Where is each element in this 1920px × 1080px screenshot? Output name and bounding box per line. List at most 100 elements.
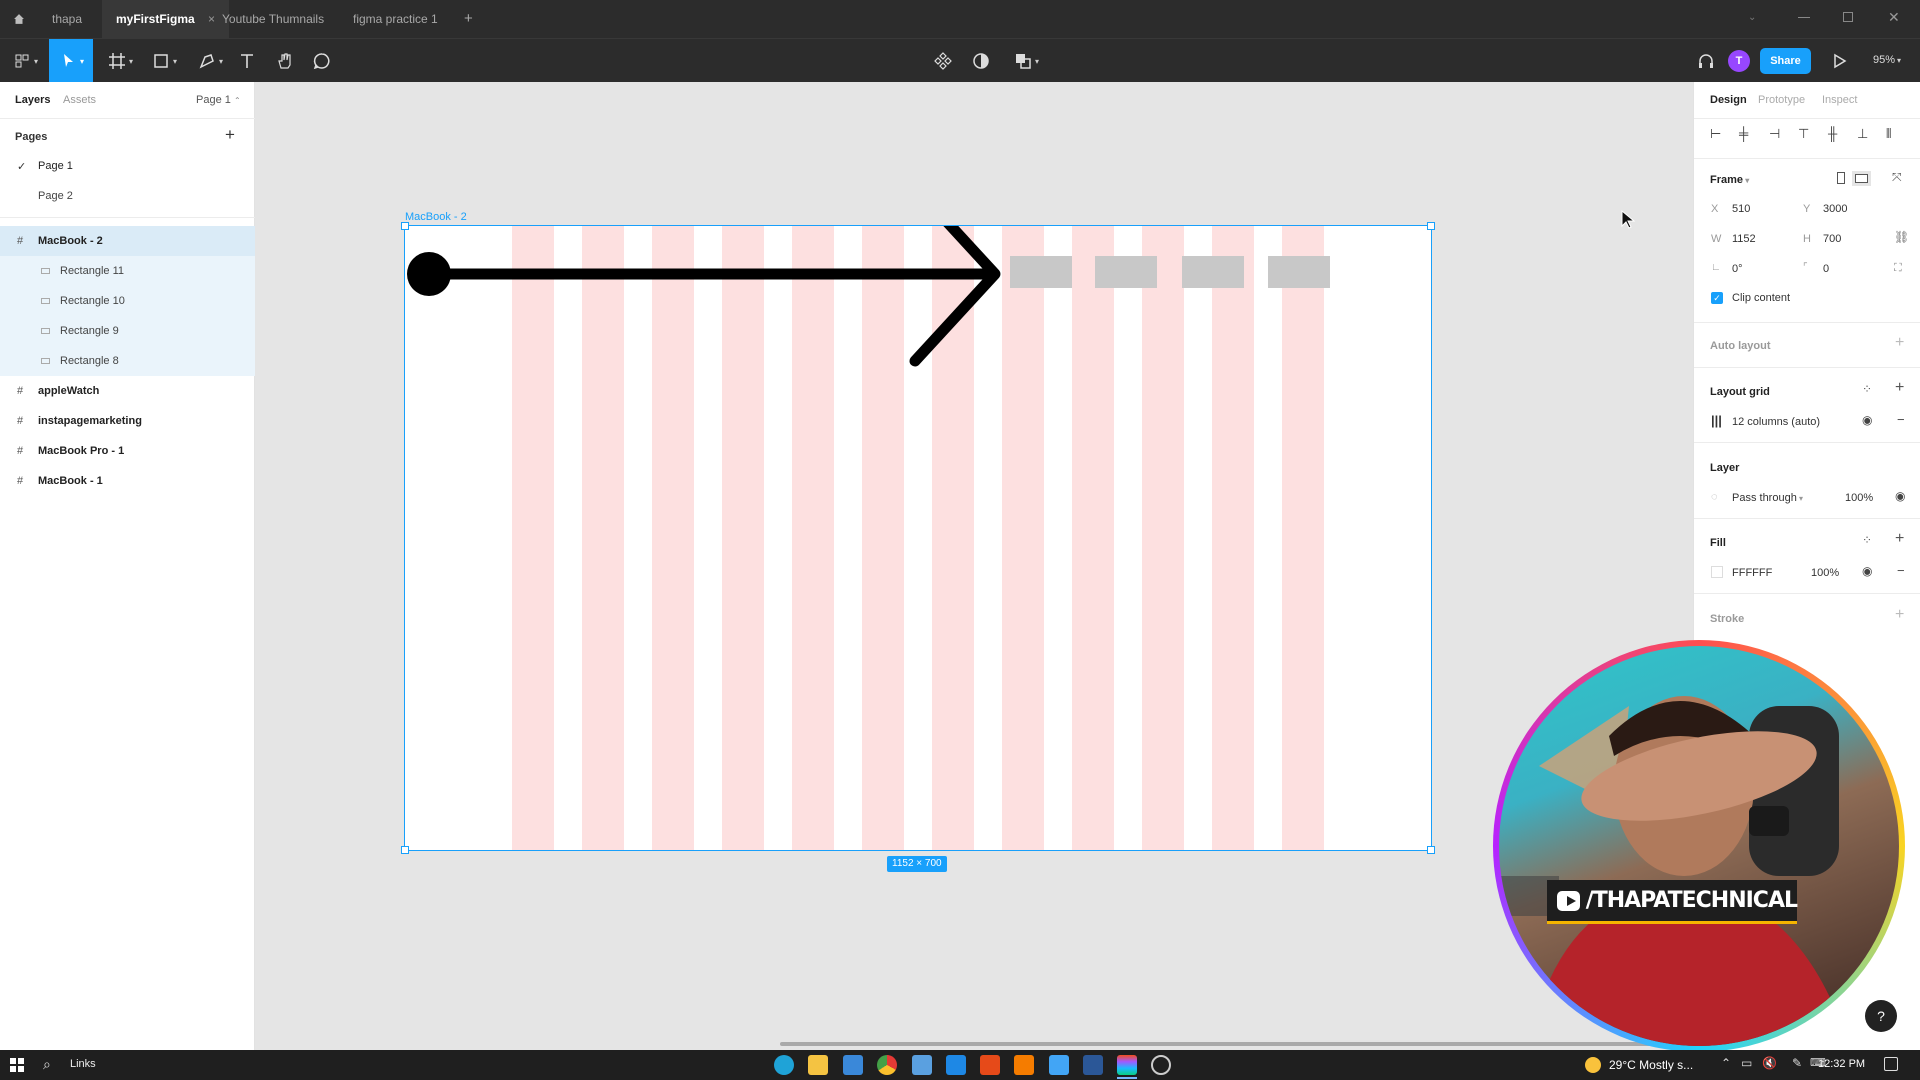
frame-tool-icon[interactable]: ▾ <box>102 39 138 83</box>
office-icon[interactable] <box>980 1055 1000 1075</box>
hand-tool-icon[interactable] <box>273 39 297 83</box>
pen-icon[interactable]: ✎ <box>1792 1056 1802 1070</box>
comment-tool-icon[interactable] <box>311 39 333 83</box>
text-tool-icon[interactable] <box>236 39 258 83</box>
layer-rectangle-8[interactable]: Rectangle 8 <box>0 346 255 376</box>
arrow-head[interactable] <box>909 226 1001 367</box>
edge-icon[interactable] <box>774 1055 794 1075</box>
volume-icon[interactable]: 🔇 <box>1762 1056 1777 1070</box>
grid-styles-icon[interactable]: ⁘ <box>1862 382 1872 396</box>
chevron-down-icon[interactable]: ⌄ <box>1748 12 1756 23</box>
add-stroke-icon[interactable]: + <box>1895 606 1904 624</box>
zoom-level[interactable]: 95% ▾ <box>1873 54 1901 66</box>
tab-design[interactable]: Design <box>1710 94 1747 106</box>
tab-youtube-thumnails[interactable]: Youtube Thumnails <box>222 0 324 38</box>
layer-rectangle-9[interactable]: Rectangle 9 <box>0 316 255 346</box>
x-input[interactable]: 510 <box>1732 203 1750 215</box>
tab-layers[interactable]: Layers <box>15 94 50 106</box>
component-icon[interactable] <box>932 39 954 83</box>
align-center-v-icon[interactable]: ╫ <box>1828 126 1837 141</box>
align-bottom-icon[interactable]: ⊥ <box>1857 126 1868 142</box>
frame-preset-dropdown[interactable]: Frame ▾ <box>1710 174 1749 186</box>
add-layout-grid-icon[interactable]: + <box>1895 379 1904 397</box>
clip-content-checkbox[interactable]: ✓ <box>1711 292 1723 304</box>
file-explorer-icon[interactable] <box>808 1055 828 1075</box>
align-left-icon[interactable]: ⊢ <box>1710 126 1721 142</box>
layer-macbook-2[interactable]: # MacBook - 2 <box>0 226 255 256</box>
tab-thapa[interactable]: thapa <box>52 0 82 38</box>
vscode-icon[interactable] <box>946 1055 966 1075</box>
maximize-icon[interactable] <box>1843 12 1853 22</box>
columns-grid-icon[interactable]: ||| <box>1711 413 1722 428</box>
new-tab-button[interactable]: + <box>464 0 473 38</box>
settings-icon[interactable] <box>1151 1055 1171 1075</box>
network-icon[interactable]: ▭ <box>1741 1056 1752 1070</box>
fill-swatch[interactable] <box>1711 566 1723 578</box>
resize-handle-bl[interactable] <box>401 846 409 854</box>
present-icon[interactable] <box>1828 39 1850 83</box>
boolean-group-icon[interactable]: ▾ <box>1008 39 1044 83</box>
page-item-page2[interactable]: Page 2 <box>0 181 255 211</box>
distribute-icon[interactable]: ⫴ <box>1886 126 1891 142</box>
layout-grid-value[interactable]: 12 columns (auto) <box>1732 416 1820 428</box>
add-fill-icon[interactable]: + <box>1895 530 1904 548</box>
visibility-eye-icon[interactable]: ◉ <box>1895 489 1905 503</box>
fill-styles-icon[interactable]: ⁘ <box>1862 533 1872 547</box>
tab-figma-practice[interactable]: figma practice 1 <box>353 0 438 38</box>
rotation-input[interactable]: 0° <box>1732 263 1743 275</box>
close-tab-icon[interactable]: × <box>208 12 215 26</box>
remove-grid-icon[interactable]: − <box>1897 412 1905 427</box>
resize-to-fit-icon[interactable]: ⤧ <box>1892 170 1902 185</box>
add-page-icon[interactable]: + <box>225 125 235 145</box>
weather-text[interactable]: 29°C Mostly s... <box>1609 1058 1693 1072</box>
layer-macbook-1[interactable]: # MacBook - 1 <box>0 466 255 496</box>
layer-rectangle-10[interactable]: Rectangle 10 <box>0 286 255 316</box>
chrome-icon[interactable] <box>877 1055 897 1075</box>
minimize-icon[interactable] <box>1798 17 1810 18</box>
tab-assets[interactable]: Assets <box>63 94 96 106</box>
tray-chevron-icon[interactable]: ⌃ <box>1721 1056 1731 1070</box>
canvas[interactable]: MacBook - 2 1152 × 700 <box>255 82 1693 1050</box>
rectangle-tool-icon[interactable]: ▾ <box>146 39 182 83</box>
share-button[interactable]: Share <box>1760 48 1811 74</box>
layer-opacity-input[interactable]: 100% <box>1845 492 1873 504</box>
sublime-icon[interactable] <box>1014 1055 1034 1075</box>
layer-rectangle-11[interactable]: Rectangle 11 <box>0 256 255 286</box>
phone-icon[interactable] <box>1049 1055 1069 1075</box>
landscape-icon[interactable] <box>1852 171 1871 186</box>
clock-time[interactable]: 12:32 PM <box>1818 1058 1865 1070</box>
tab-prototype[interactable]: Prototype <box>1758 94 1805 106</box>
mail-icon[interactable] <box>843 1055 863 1075</box>
main-menu-icon[interactable]: ▾ <box>8 39 42 83</box>
radius-input[interactable]: 0 <box>1823 263 1829 275</box>
move-tool-icon[interactable]: ▾ <box>49 39 93 83</box>
blend-mode-dropdown[interactable]: Pass through ▾ <box>1732 492 1803 504</box>
align-center-h-icon[interactable]: ╪ <box>1739 126 1748 141</box>
h-input[interactable]: 700 <box>1823 233 1841 245</box>
align-right-icon[interactable]: ⊣ <box>1769 126 1780 142</box>
w-input[interactable]: 1152 <box>1732 233 1756 245</box>
resize-handle-tr[interactable] <box>1427 222 1435 230</box>
portrait-icon[interactable] <box>1837 172 1845 184</box>
add-auto-layout-icon[interactable]: + <box>1895 334 1904 352</box>
pen-tool-icon[interactable]: ▾ <box>192 39 228 83</box>
figma-icon[interactable] <box>1117 1055 1137 1075</box>
help-button[interactable]: ? <box>1865 1000 1897 1032</box>
mask-icon[interactable] <box>970 39 992 83</box>
constrain-proportions-icon[interactable]: ⛓ <box>1894 230 1909 244</box>
frame-name-label[interactable]: MacBook - 2 <box>405 211 467 223</box>
avatar[interactable]: T <box>1728 50 1750 72</box>
word-icon[interactable] <box>1083 1055 1103 1075</box>
layer-instapagemarketing[interactable]: # instapagemarketing <box>0 406 255 436</box>
close-window-icon[interactable]: ✕ <box>1888 9 1900 26</box>
remove-fill-icon[interactable]: − <box>1897 563 1905 578</box>
taskbar-search-label[interactable]: Links <box>70 1058 96 1070</box>
notifications-icon[interactable] <box>1884 1057 1898 1071</box>
tab-myfirstfigma[interactable]: myFirstFigma × <box>102 0 230 38</box>
page-selector[interactable]: Page 1 ⌃ <box>196 94 241 106</box>
windows-start-icon[interactable] <box>10 1058 24 1072</box>
weather-icon[interactable] <box>1585 1057 1601 1073</box>
fill-hex-input[interactable]: FFFFFF <box>1732 567 1772 579</box>
search-icon[interactable]: ⌕ <box>43 1056 51 1073</box>
store-icon[interactable] <box>912 1055 932 1075</box>
